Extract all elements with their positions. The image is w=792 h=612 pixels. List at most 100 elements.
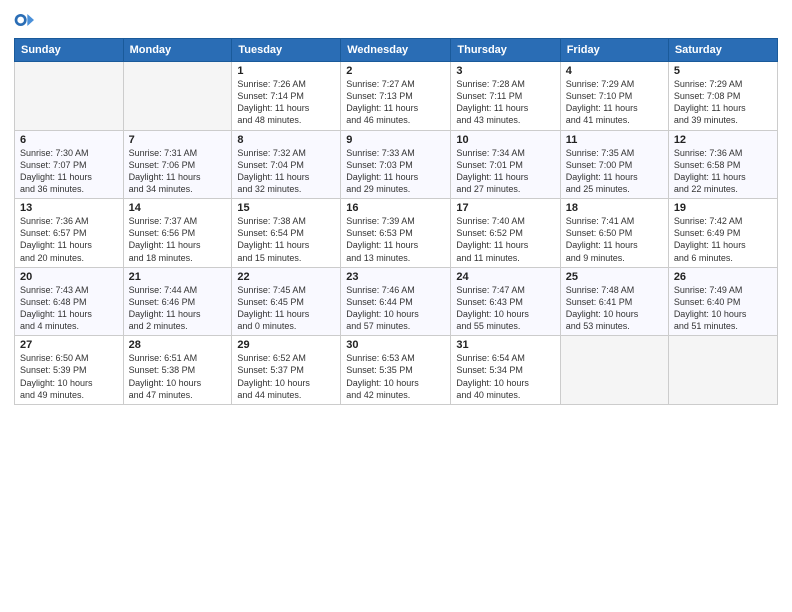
calendar-week-5: 27Sunrise: 6:50 AM Sunset: 5:39 PM Dayli… [15, 336, 778, 405]
calendar-cell: 16Sunrise: 7:39 AM Sunset: 6:53 PM Dayli… [341, 199, 451, 268]
day-header-monday: Monday [123, 39, 232, 62]
day-number: 12 [674, 134, 772, 146]
day-info: Sunrise: 7:44 AM Sunset: 6:46 PM Dayligh… [129, 284, 227, 333]
calendar-week-3: 13Sunrise: 7:36 AM Sunset: 6:57 PM Dayli… [15, 199, 778, 268]
day-number: 18 [566, 202, 663, 214]
day-number: 13 [20, 202, 118, 214]
day-number: 28 [129, 339, 227, 351]
calendar-cell: 1Sunrise: 7:26 AM Sunset: 7:14 PM Daylig… [232, 62, 341, 131]
day-number: 8 [237, 134, 335, 146]
calendar-cell: 24Sunrise: 7:47 AM Sunset: 6:43 PM Dayli… [451, 267, 560, 336]
day-number: 9 [346, 134, 445, 146]
calendar-cell: 7Sunrise: 7:31 AM Sunset: 7:06 PM Daylig… [123, 130, 232, 199]
calendar-cell: 14Sunrise: 7:37 AM Sunset: 6:56 PM Dayli… [123, 199, 232, 268]
calendar-cell: 15Sunrise: 7:38 AM Sunset: 6:54 PM Dayli… [232, 199, 341, 268]
day-number: 11 [566, 134, 663, 146]
day-info: Sunrise: 7:46 AM Sunset: 6:44 PM Dayligh… [346, 284, 445, 333]
day-info: Sunrise: 7:32 AM Sunset: 7:04 PM Dayligh… [237, 147, 335, 196]
day-header-wednesday: Wednesday [341, 39, 451, 62]
day-number: 5 [674, 65, 772, 77]
calendar-table: SundayMondayTuesdayWednesdayThursdayFrid… [14, 38, 778, 405]
day-number: 23 [346, 271, 445, 283]
day-number: 19 [674, 202, 772, 214]
calendar-header-row: SundayMondayTuesdayWednesdayThursdayFrid… [15, 39, 778, 62]
header [14, 10, 778, 30]
day-info: Sunrise: 6:51 AM Sunset: 5:38 PM Dayligh… [129, 352, 227, 401]
day-info: Sunrise: 6:52 AM Sunset: 5:37 PM Dayligh… [237, 352, 335, 401]
day-header-thursday: Thursday [451, 39, 560, 62]
calendar-cell: 18Sunrise: 7:41 AM Sunset: 6:50 PM Dayli… [560, 199, 668, 268]
day-header-friday: Friday [560, 39, 668, 62]
day-info: Sunrise: 7:39 AM Sunset: 6:53 PM Dayligh… [346, 215, 445, 264]
calendar-cell: 5Sunrise: 7:29 AM Sunset: 7:08 PM Daylig… [668, 62, 777, 131]
day-number: 6 [20, 134, 118, 146]
calendar-cell: 28Sunrise: 6:51 AM Sunset: 5:38 PM Dayli… [123, 336, 232, 405]
calendar-cell: 29Sunrise: 6:52 AM Sunset: 5:37 PM Dayli… [232, 336, 341, 405]
calendar-cell [15, 62, 124, 131]
day-info: Sunrise: 7:42 AM Sunset: 6:49 PM Dayligh… [674, 215, 772, 264]
day-info: Sunrise: 7:43 AM Sunset: 6:48 PM Dayligh… [20, 284, 118, 333]
calendar-cell [560, 336, 668, 405]
calendar-cell: 12Sunrise: 7:36 AM Sunset: 6:58 PM Dayli… [668, 130, 777, 199]
day-info: Sunrise: 7:31 AM Sunset: 7:06 PM Dayligh… [129, 147, 227, 196]
logo-icon [14, 10, 34, 30]
day-number: 26 [674, 271, 772, 283]
calendar-cell: 8Sunrise: 7:32 AM Sunset: 7:04 PM Daylig… [232, 130, 341, 199]
day-info: Sunrise: 6:53 AM Sunset: 5:35 PM Dayligh… [346, 352, 445, 401]
day-number: 1 [237, 65, 335, 77]
day-info: Sunrise: 7:36 AM Sunset: 6:57 PM Dayligh… [20, 215, 118, 264]
calendar-cell: 2Sunrise: 7:27 AM Sunset: 7:13 PM Daylig… [341, 62, 451, 131]
calendar-cell: 6Sunrise: 7:30 AM Sunset: 7:07 PM Daylig… [15, 130, 124, 199]
day-number: 27 [20, 339, 118, 351]
day-info: Sunrise: 7:28 AM Sunset: 7:11 PM Dayligh… [456, 78, 554, 127]
day-number: 30 [346, 339, 445, 351]
calendar-week-4: 20Sunrise: 7:43 AM Sunset: 6:48 PM Dayli… [15, 267, 778, 336]
day-info: Sunrise: 7:36 AM Sunset: 6:58 PM Dayligh… [674, 147, 772, 196]
day-number: 24 [456, 271, 554, 283]
calendar-cell: 30Sunrise: 6:53 AM Sunset: 5:35 PM Dayli… [341, 336, 451, 405]
day-number: 22 [237, 271, 335, 283]
calendar-cell: 20Sunrise: 7:43 AM Sunset: 6:48 PM Dayli… [15, 267, 124, 336]
calendar-cell: 26Sunrise: 7:49 AM Sunset: 6:40 PM Dayli… [668, 267, 777, 336]
day-info: Sunrise: 7:30 AM Sunset: 7:07 PM Dayligh… [20, 147, 118, 196]
day-info: Sunrise: 7:40 AM Sunset: 6:52 PM Dayligh… [456, 215, 554, 264]
calendar-cell: 3Sunrise: 7:28 AM Sunset: 7:11 PM Daylig… [451, 62, 560, 131]
calendar-week-1: 1Sunrise: 7:26 AM Sunset: 7:14 PM Daylig… [15, 62, 778, 131]
calendar-cell: 9Sunrise: 7:33 AM Sunset: 7:03 PM Daylig… [341, 130, 451, 199]
calendar-cell [668, 336, 777, 405]
day-number: 7 [129, 134, 227, 146]
calendar-cell: 22Sunrise: 7:45 AM Sunset: 6:45 PM Dayli… [232, 267, 341, 336]
calendar-cell: 25Sunrise: 7:48 AM Sunset: 6:41 PM Dayli… [560, 267, 668, 336]
day-number: 31 [456, 339, 554, 351]
day-header-saturday: Saturday [668, 39, 777, 62]
calendar-cell: 17Sunrise: 7:40 AM Sunset: 6:52 PM Dayli… [451, 199, 560, 268]
day-info: Sunrise: 6:50 AM Sunset: 5:39 PM Dayligh… [20, 352, 118, 401]
day-number: 15 [237, 202, 335, 214]
logo [14, 10, 36, 30]
day-info: Sunrise: 7:34 AM Sunset: 7:01 PM Dayligh… [456, 147, 554, 196]
day-number: 29 [237, 339, 335, 351]
day-info: Sunrise: 6:54 AM Sunset: 5:34 PM Dayligh… [456, 352, 554, 401]
day-number: 21 [129, 271, 227, 283]
day-info: Sunrise: 7:48 AM Sunset: 6:41 PM Dayligh… [566, 284, 663, 333]
calendar-cell: 4Sunrise: 7:29 AM Sunset: 7:10 PM Daylig… [560, 62, 668, 131]
day-info: Sunrise: 7:49 AM Sunset: 6:40 PM Dayligh… [674, 284, 772, 333]
day-number: 3 [456, 65, 554, 77]
calendar-cell: 11Sunrise: 7:35 AM Sunset: 7:00 PM Dayli… [560, 130, 668, 199]
day-info: Sunrise: 7:26 AM Sunset: 7:14 PM Dayligh… [237, 78, 335, 127]
day-number: 10 [456, 134, 554, 146]
day-number: 2 [346, 65, 445, 77]
calendar-cell: 27Sunrise: 6:50 AM Sunset: 5:39 PM Dayli… [15, 336, 124, 405]
day-info: Sunrise: 7:35 AM Sunset: 7:00 PM Dayligh… [566, 147, 663, 196]
day-info: Sunrise: 7:29 AM Sunset: 7:10 PM Dayligh… [566, 78, 663, 127]
day-info: Sunrise: 7:37 AM Sunset: 6:56 PM Dayligh… [129, 215, 227, 264]
day-number: 17 [456, 202, 554, 214]
day-header-sunday: Sunday [15, 39, 124, 62]
day-number: 14 [129, 202, 227, 214]
calendar-cell: 13Sunrise: 7:36 AM Sunset: 6:57 PM Dayli… [15, 199, 124, 268]
calendar-week-2: 6Sunrise: 7:30 AM Sunset: 7:07 PM Daylig… [15, 130, 778, 199]
day-info: Sunrise: 7:27 AM Sunset: 7:13 PM Dayligh… [346, 78, 445, 127]
day-number: 25 [566, 271, 663, 283]
day-info: Sunrise: 7:38 AM Sunset: 6:54 PM Dayligh… [237, 215, 335, 264]
day-number: 4 [566, 65, 663, 77]
